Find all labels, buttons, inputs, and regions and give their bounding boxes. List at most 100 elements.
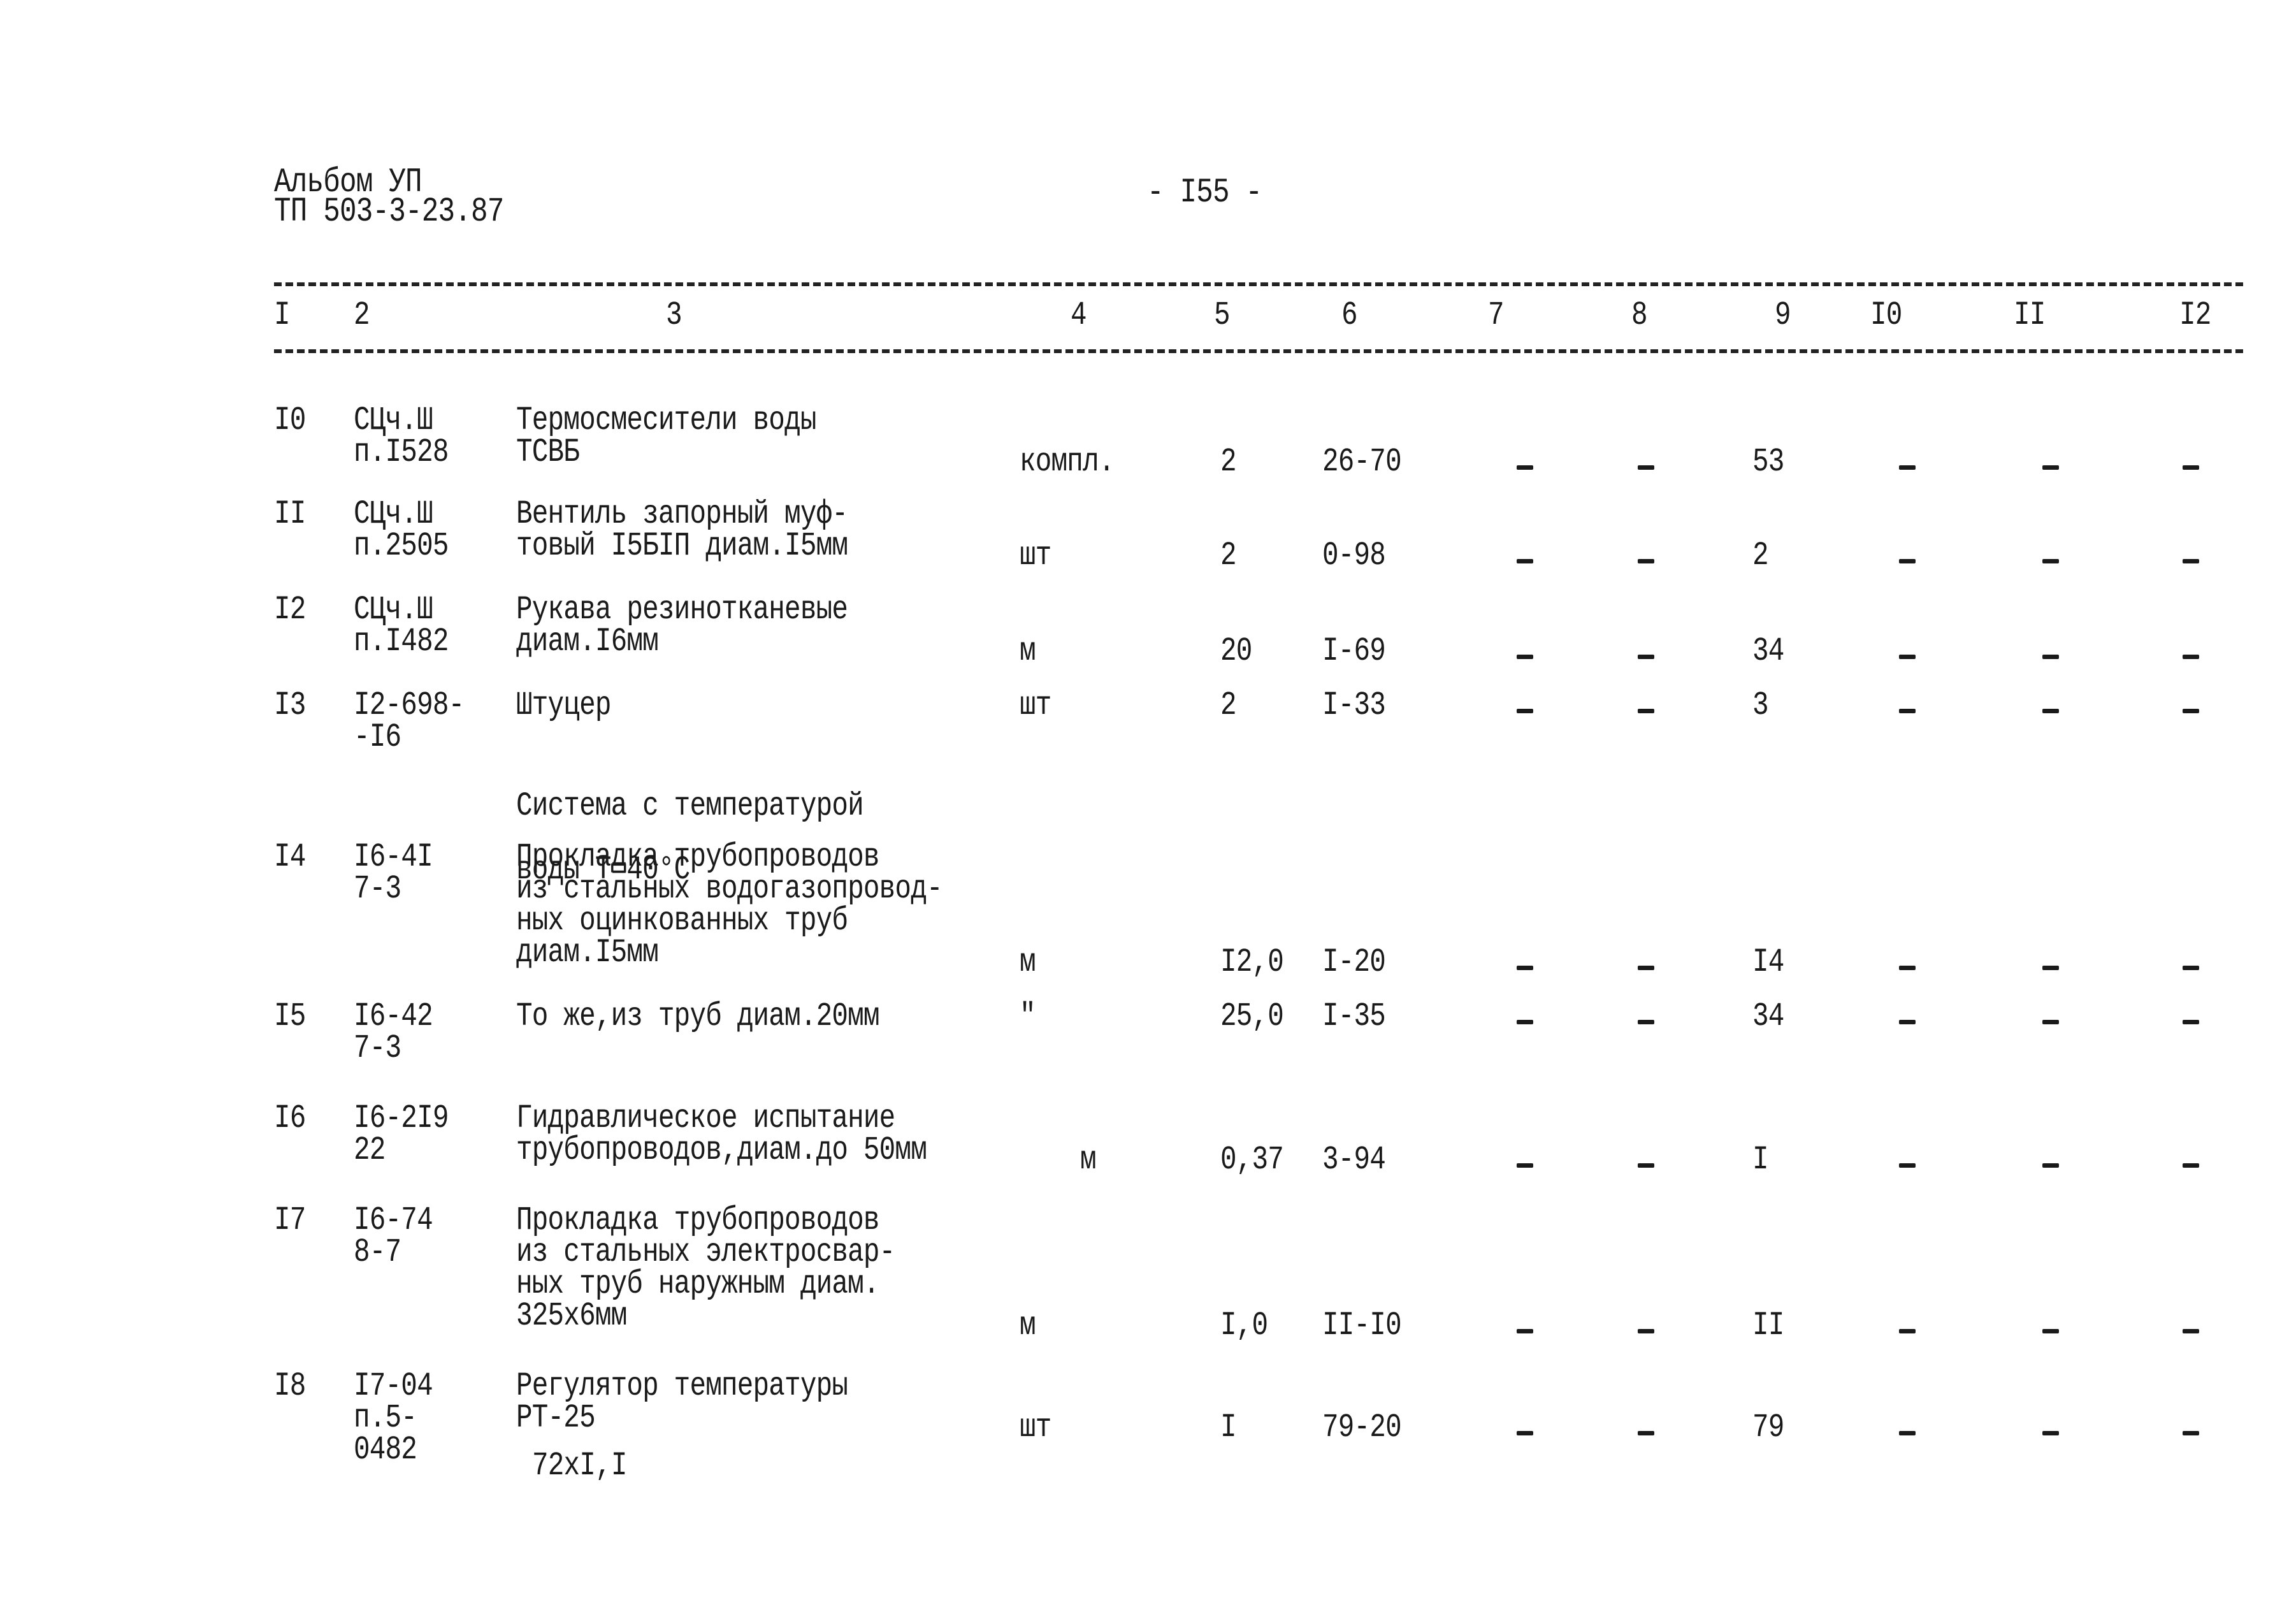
total-cost: II (1752, 1307, 1784, 1344)
header-bottom-dashed-rule (274, 349, 2243, 353)
empty-cell-dash-c11 (2042, 1431, 2059, 1435)
empty-cell-dash-c7 (1517, 1020, 1533, 1024)
unit-price: I-69 (1322, 632, 1386, 670)
item-name-line: Регулятор температуры (516, 1367, 848, 1405)
price-code-line: 0482 (354, 1431, 417, 1469)
empty-cell-dash-c11 (2042, 1020, 2059, 1024)
unit-price: I-33 (1322, 686, 1386, 724)
section-heading-line-2: воды Т=40°С (516, 851, 690, 889)
unit: шт (1020, 686, 1051, 724)
empty-cell-dash-c8 (1638, 1329, 1654, 1333)
total-cost: 2 (1752, 537, 1769, 574)
column-number-3: 3 (666, 296, 682, 334)
column-number-6: 6 (1341, 296, 1358, 334)
empty-cell-dash-c10 (1899, 1020, 1916, 1024)
item-name-line: диам.I6мм (516, 623, 659, 660)
price-code-line: I2-698- (354, 686, 465, 724)
empty-cell-dash-c12 (2183, 1329, 2199, 1333)
price-code-line: СЦч.Ш (354, 495, 433, 533)
empty-cell-dash-c10 (1899, 966, 1916, 970)
empty-cell-dash-c8 (1638, 655, 1654, 659)
unit: м (1080, 1141, 1097, 1179)
empty-cell-dash-c8 (1638, 1163, 1654, 1168)
row-number: I5 (274, 998, 306, 1035)
price-code-line: СЦч.Ш (354, 402, 433, 439)
empty-cell-dash-c12 (2183, 1163, 2199, 1168)
price-code-line: 8-7 (354, 1233, 401, 1271)
empty-cell-dash-c7 (1517, 1431, 1533, 1435)
empty-cell-dash-c7 (1517, 966, 1533, 970)
unit: шт (1020, 1409, 1051, 1446)
total-cost: I4 (1752, 943, 1784, 981)
item-name-line: Прокладка трубопроводов (516, 1202, 879, 1239)
unit-price: 79-20 (1322, 1409, 1402, 1446)
empty-cell-dash-c7 (1517, 465, 1533, 470)
unit-price: 0-98 (1322, 537, 1386, 574)
unit: м (1020, 1307, 1036, 1344)
quantity: 2 (1220, 443, 1237, 481)
empty-cell-dash-c11 (2042, 966, 2059, 970)
empty-cell-dash-c10 (1899, 655, 1916, 659)
row-number: I8 (274, 1367, 306, 1405)
price-code-line: п.I482 (354, 623, 449, 660)
item-name-line: Рукава резинотканевые (516, 591, 848, 628)
column-number-4: 4 (1071, 296, 1087, 334)
quantity: 2 (1220, 686, 1237, 724)
empty-cell-dash-c7 (1517, 709, 1533, 713)
quantity: 25,0 (1220, 998, 1284, 1035)
column-number-1: I (274, 296, 291, 334)
row-number: I7 (274, 1202, 306, 1239)
quantity: I (1220, 1409, 1237, 1446)
total-cost: 79 (1752, 1409, 1784, 1446)
item-name-line: 325х6мм (516, 1297, 627, 1335)
empty-cell-dash-c10 (1899, 1431, 1916, 1435)
item-name-line: трубопроводов,диам.до 50мм (516, 1131, 927, 1169)
unit: м (1020, 943, 1036, 981)
price-code-line: I6-42 (354, 998, 433, 1035)
empty-cell-dash-c8 (1638, 1020, 1654, 1024)
item-name-line: ных труб наружным диам. (516, 1265, 879, 1303)
quantity: 0,37 (1220, 1141, 1284, 1179)
column-number-2: 2 (354, 296, 370, 334)
empty-cell-dash-c12 (2183, 559, 2199, 563)
empty-cell-dash-c10 (1899, 709, 1916, 713)
column-number-12: I2 (2179, 296, 2211, 334)
quantity: I2,0 (1220, 943, 1284, 981)
unit-price: 3-94 (1322, 1141, 1386, 1179)
item-name-line: Гидравлическое испытание (516, 1100, 895, 1137)
empty-cell-dash-c7 (1517, 1163, 1533, 1168)
empty-cell-dash-c12 (2183, 655, 2199, 659)
row-18-note: 72хI,I (532, 1447, 627, 1485)
unit-price: II-I0 (1322, 1307, 1402, 1344)
column-number-7: 7 (1488, 296, 1505, 334)
empty-cell-dash-c8 (1638, 465, 1654, 470)
header-top-dashed-rule (274, 282, 2243, 286)
empty-cell-dash-c11 (2042, 465, 2059, 470)
item-name-line: Термосмесители воды (516, 402, 816, 439)
empty-cell-dash-c10 (1899, 1163, 1916, 1168)
price-code-line: 7-3 (354, 870, 401, 908)
unit: компл. (1020, 443, 1115, 481)
price-code-line: I6-2I9 (354, 1100, 449, 1137)
price-code-line: I7-04 (354, 1367, 433, 1405)
price-code-line: I6-4I (354, 838, 433, 876)
column-number-10: I0 (1870, 296, 1902, 334)
empty-cell-dash-c8 (1638, 559, 1654, 563)
total-cost: 34 (1752, 998, 1784, 1035)
row-number: I3 (274, 686, 306, 724)
item-name-line: товый I5БIП диам.I5мм (516, 527, 848, 565)
row-number: I6 (274, 1100, 306, 1137)
item-name-line: То же,из труб диам.20мм (516, 998, 879, 1035)
price-code-line: 22 (354, 1131, 386, 1169)
item-name-line: из стальных электросвар- (516, 1233, 895, 1271)
page-number: - I55 - (1147, 173, 1262, 212)
price-code-line: п.2505 (354, 527, 449, 565)
total-cost: I (1752, 1141, 1769, 1179)
empty-cell-dash-c11 (2042, 1163, 2059, 1168)
empty-cell-dash-c12 (2183, 966, 2199, 970)
price-code-line: п.I528 (354, 433, 449, 471)
item-name-line: Штуцер (516, 686, 611, 724)
empty-cell-dash-c12 (2183, 1431, 2199, 1435)
column-number-9: 9 (1775, 296, 1791, 334)
quantity: I,0 (1220, 1307, 1268, 1344)
